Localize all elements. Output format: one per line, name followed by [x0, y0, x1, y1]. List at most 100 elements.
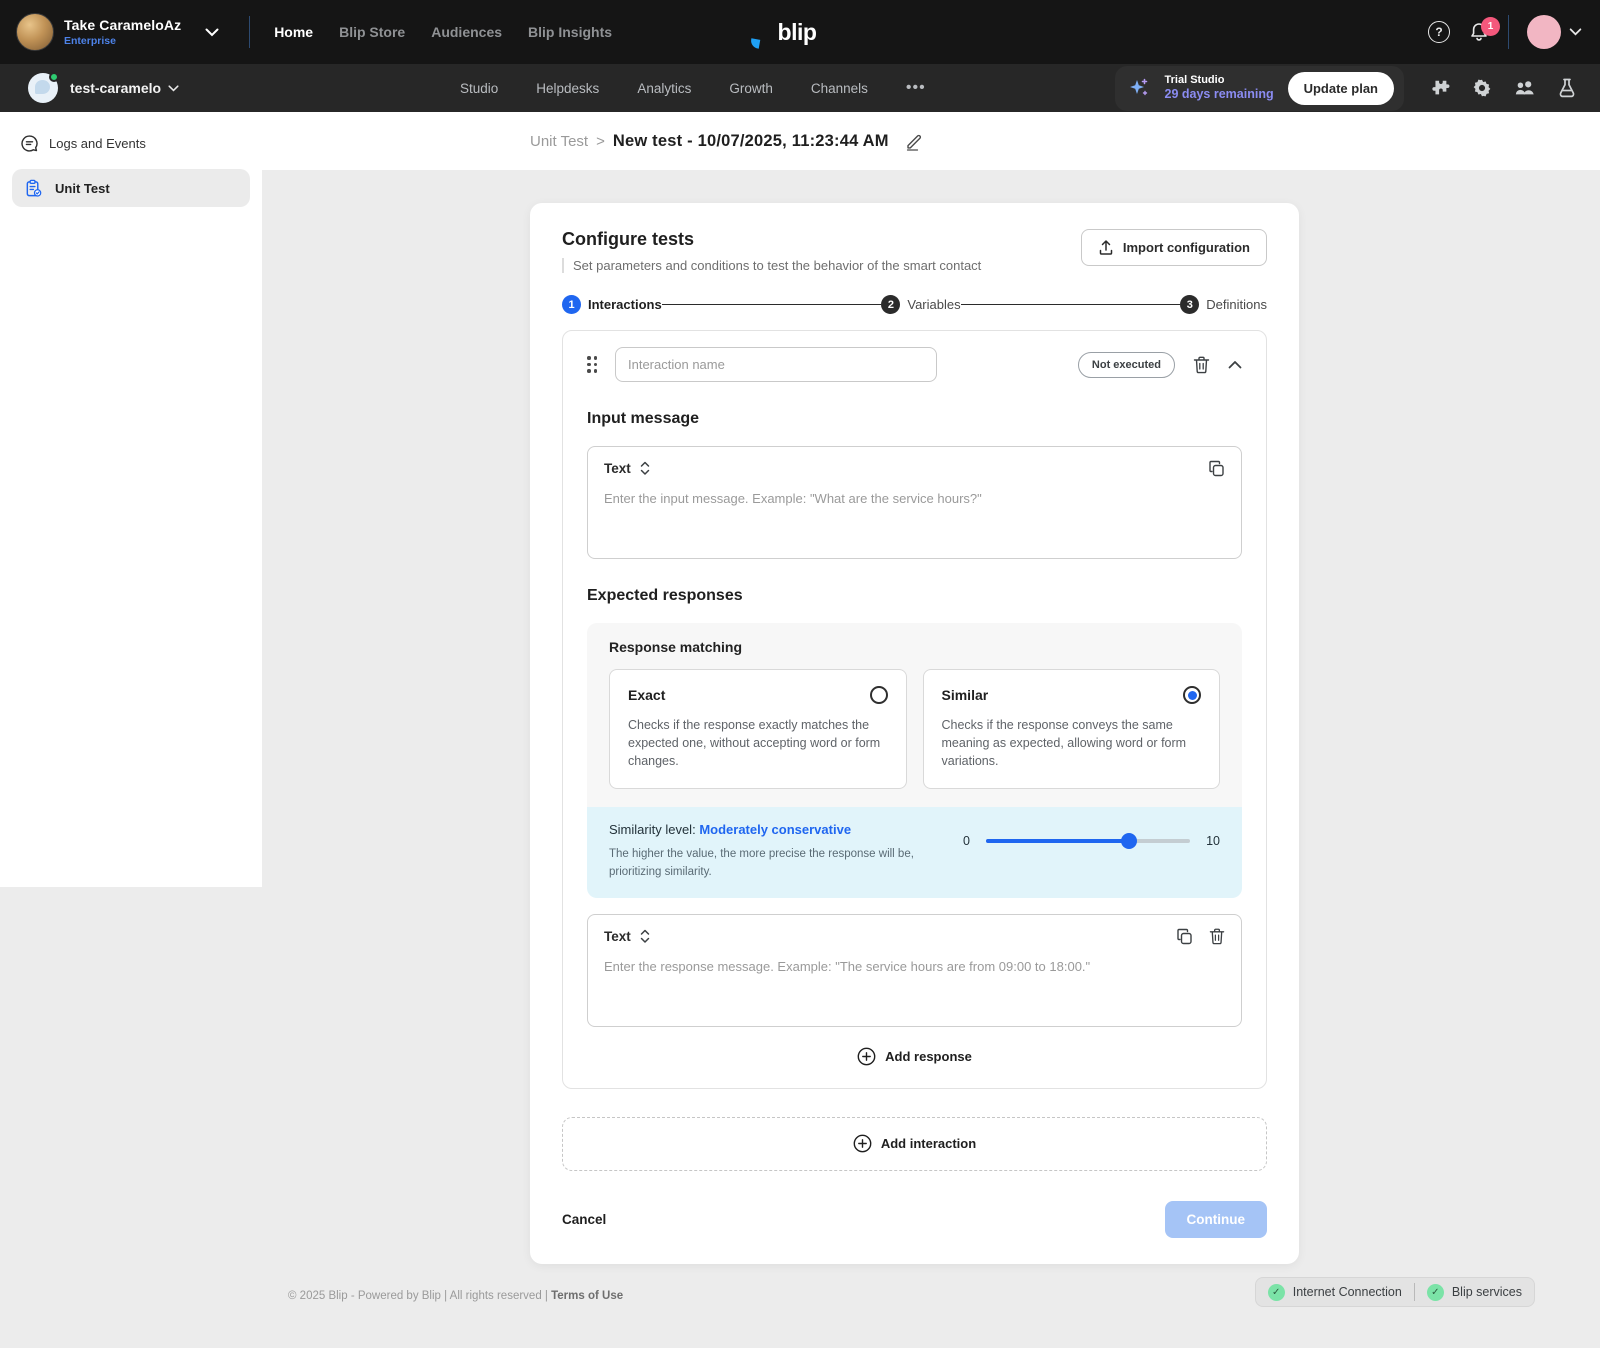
- nav-home[interactable]: Home: [274, 24, 313, 40]
- page-subtitle: Set parameters and conditions to test th…: [562, 258, 981, 273]
- slider-min-label: 0: [963, 834, 970, 848]
- add-interaction-button[interactable]: Add interaction: [562, 1117, 1267, 1171]
- account-switcher[interactable]: Take CarameloAz Enterprise: [0, 13, 237, 51]
- matching-option-similar[interactable]: Similar Checks if the response conveys t…: [923, 669, 1221, 789]
- plus-circle-icon: [853, 1134, 872, 1153]
- nav-blip-store[interactable]: Blip Store: [339, 24, 405, 40]
- delete-interaction-button[interactable]: [1193, 356, 1210, 374]
- user-menu[interactable]: [1527, 15, 1582, 49]
- copy-icon: [1176, 928, 1193, 945]
- trial-panel: Trial Studio 29 days remaining Update pl…: [1115, 66, 1404, 111]
- lab-flask-icon[interactable]: [1558, 78, 1576, 98]
- trash-icon: [1209, 928, 1225, 945]
- internet-connection-status: ✓ Internet Connection: [1268, 1284, 1402, 1301]
- trial-title: Trial Studio: [1165, 74, 1274, 87]
- select-arrows-icon: [639, 929, 651, 944]
- account-avatar: [16, 13, 54, 51]
- notification-badge: 1: [1481, 17, 1500, 36]
- blip-services-status: ✓ Blip services: [1427, 1284, 1522, 1301]
- terms-of-use-link[interactable]: Terms of Use: [551, 1290, 623, 1302]
- add-response-button[interactable]: Add response: [857, 1047, 972, 1066]
- workspace-name: test-caramelo: [70, 80, 161, 96]
- input-message-box: Text: [587, 446, 1242, 559]
- slider-max-label: 10: [1206, 834, 1220, 848]
- blip-logo: blip: [750, 19, 817, 46]
- interaction-card: Not executed Input message Text: [562, 330, 1267, 1089]
- similarity-level-section: Similarity level: Moderately conservativ…: [587, 807, 1242, 898]
- similarity-level-label: Similarity level:: [609, 822, 696, 837]
- chevron-down-icon: [1569, 28, 1582, 36]
- team-people-icon[interactable]: [1514, 78, 1536, 98]
- status-badge: Not executed: [1078, 352, 1175, 378]
- matching-option-radio[interactable]: [870, 686, 888, 704]
- sidebar: Logs and Events Unit Test: [0, 112, 262, 887]
- stepper: 1 Interactions 2 Variables 3 Definitions: [562, 295, 1267, 314]
- global-top-bar: Take CarameloAz Enterprise Home Blip Sto…: [0, 0, 1600, 64]
- connection-status-pill: ✓ Internet Connection ✓ Blip services: [1255, 1277, 1535, 1307]
- matching-option-exact[interactable]: Exact Checks if the response exactly mat…: [609, 669, 907, 789]
- help-icon[interactable]: ?: [1428, 21, 1450, 43]
- nav-growth[interactable]: Growth: [729, 81, 773, 96]
- online-status-dot: [49, 72, 59, 82]
- plus-circle-icon: [857, 1047, 876, 1066]
- step-variables[interactable]: 2 Variables: [881, 295, 960, 314]
- page-title: Configure tests: [562, 229, 981, 250]
- clipboard-check-icon: [24, 179, 43, 198]
- collapse-interaction-button[interactable]: [1228, 360, 1242, 369]
- sidebar-section-logs-and-events[interactable]: Logs and Events: [0, 126, 262, 161]
- similarity-slider-fill: [986, 839, 1129, 843]
- response-message-box: Text: [587, 914, 1242, 1027]
- nav-blip-insights[interactable]: Blip Insights: [528, 24, 612, 40]
- drag-handle-icon[interactable]: [587, 356, 597, 373]
- account-plan-label: Enterprise: [64, 35, 181, 47]
- matching-option-radio[interactable]: [1183, 686, 1201, 704]
- breadcrumb: Unit Test > New test - 10/07/2025, 11:23…: [530, 132, 924, 151]
- copy-input-button[interactable]: [1208, 460, 1225, 477]
- workspace-nav: Studio Helpdesks Analytics Growth Channe…: [460, 79, 926, 97]
- account-name: Take CarameloAz: [64, 17, 181, 33]
- delete-response-button[interactable]: [1209, 928, 1225, 945]
- upload-icon: [1098, 239, 1114, 256]
- select-arrows-icon: [639, 461, 651, 476]
- footer-copyright: © 2025 Blip - Powered by Blip | All righ…: [288, 1290, 623, 1302]
- cancel-button[interactable]: Cancel: [562, 1212, 606, 1227]
- response-matching-panel: Response matching Exact Checks if the re…: [587, 623, 1242, 898]
- more-menu-icon[interactable]: •••: [906, 79, 926, 97]
- input-type-select[interactable]: Text: [604, 461, 651, 476]
- breadcrumb-parent[interactable]: Unit Test: [530, 133, 588, 150]
- similarity-slider-thumb[interactable]: [1121, 833, 1137, 849]
- interaction-name-input[interactable]: [615, 347, 937, 382]
- input-message-textarea[interactable]: [604, 491, 1225, 543]
- configure-tests-card: Configure tests Set parameters and condi…: [530, 203, 1299, 1264]
- user-avatar: [1527, 15, 1561, 49]
- copy-response-button[interactable]: [1176, 928, 1193, 945]
- trial-days-remaining: 29 days remaining: [1165, 87, 1274, 102]
- breadcrumb-separator: >: [596, 133, 605, 150]
- input-message-title: Input message: [587, 410, 1242, 428]
- nav-channels[interactable]: Channels: [811, 81, 868, 96]
- settings-gear-icon[interactable]: [1472, 78, 1492, 98]
- continue-button[interactable]: Continue: [1165, 1201, 1268, 1238]
- response-type-select[interactable]: Text: [604, 929, 651, 944]
- extensions-puzzle-icon[interactable]: [1430, 78, 1450, 98]
- nav-audiences[interactable]: Audiences: [431, 24, 502, 40]
- nav-helpdesks[interactable]: Helpdesks: [536, 81, 599, 96]
- similarity-level-value[interactable]: Moderately conservative: [699, 822, 851, 837]
- blip-logo-icon: [750, 19, 776, 45]
- notifications-button[interactable]: 1: [1468, 21, 1490, 43]
- copy-icon: [1208, 460, 1225, 477]
- response-message-textarea[interactable]: [604, 959, 1225, 1011]
- edit-pencil-icon[interactable]: [905, 132, 924, 151]
- nav-studio[interactable]: Studio: [460, 81, 498, 96]
- step-interactions[interactable]: 1 Interactions: [562, 295, 662, 314]
- breadcrumb-current: New test - 10/07/2025, 11:23:44 AM: [613, 132, 889, 151]
- step-definitions[interactable]: 3 Definitions: [1180, 295, 1267, 314]
- update-plan-button[interactable]: Update plan: [1288, 72, 1394, 105]
- similarity-slider[interactable]: [986, 839, 1190, 843]
- step-connector: [662, 304, 882, 306]
- import-configuration-button[interactable]: Import configuration: [1081, 229, 1267, 266]
- workspace-switcher[interactable]: test-caramelo: [0, 73, 179, 103]
- nav-analytics[interactable]: Analytics: [637, 81, 691, 96]
- sidebar-item-unit-test[interactable]: Unit Test: [12, 169, 250, 207]
- workspace-avatar: [28, 73, 58, 103]
